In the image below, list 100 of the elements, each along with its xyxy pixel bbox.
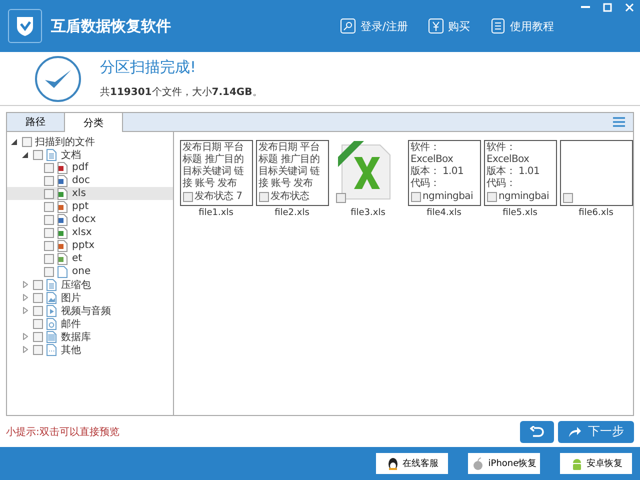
next-button[interactable]: 下一步: [558, 420, 634, 442]
tree-item[interactable]: pptx: [7, 239, 173, 252]
tree-item[interactable]: pdf: [7, 161, 173, 174]
tree-label: pptx: [72, 240, 95, 251]
preview-text: 软件：: [410, 142, 441, 154]
yen-icon: [428, 18, 444, 34]
checkbox[interactable]: [410, 192, 420, 202]
checkbox[interactable]: [562, 193, 572, 203]
collapsed-icon[interactable]: [22, 333, 28, 340]
checkbox[interactable]: [44, 240, 54, 250]
status-title: 分区扫描完成!: [100, 58, 198, 77]
file-thumbnail[interactable]: 软件： ExcelBox 版本： 1.01 代码： ngmingbai: [408, 140, 480, 206]
preview-text: 发布状态 7: [194, 191, 242, 203]
tree-item[interactable]: 文档: [7, 148, 173, 161]
collapsed-icon[interactable]: [22, 346, 28, 353]
preview-text: 目标关键词 链: [182, 166, 245, 178]
mail-icon: [46, 318, 57, 330]
preview-text: ngmingbai: [498, 191, 549, 203]
file-thumbnail[interactable]: 软件： ExcelBox 版本： 1.01 代码： ngmingbai: [484, 140, 556, 206]
file-icon: [57, 240, 68, 252]
file-thumbnail[interactable]: 发布日期 平台 标题 推广目的 目标关键词 链 接 账号 发布 发布状态 7: [180, 140, 252, 206]
preview-text: ngmingbai: [422, 191, 473, 203]
tree-item[interactable]: xlsx: [7, 226, 173, 239]
header-link[interactable]: 使用教程: [490, 18, 554, 34]
video-icon: [46, 304, 57, 316]
checkbox[interactable]: [22, 136, 32, 146]
tree-label: 图片: [61, 292, 81, 304]
tree-item[interactable]: docx: [7, 213, 173, 226]
tree-item[interactable]: 扫描到的文件: [7, 135, 173, 148]
checkbox[interactable]: [44, 228, 54, 238]
preview-text: 标题 推广目的: [258, 154, 321, 166]
checkmark-icon: [34, 54, 82, 102]
file-thumbnail[interactable]: 发布日期 平台 标题 推广目的 目标关键词 链 接 账号 发布 发布状态: [256, 140, 328, 206]
file-name: file2.xls: [274, 208, 310, 218]
checkbox[interactable]: [33, 150, 43, 160]
file-icon: [57, 188, 68, 200]
tree-label: 数据库: [61, 330, 91, 344]
file-name: file1.xls: [198, 208, 234, 218]
checkbox[interactable]: [33, 318, 43, 328]
preview-text: 发布状态: [270, 191, 310, 203]
more-icon: [46, 344, 57, 356]
expanded-icon[interactable]: [11, 138, 17, 144]
checkbox[interactable]: [44, 176, 54, 186]
checkbox[interactable]: [182, 192, 192, 202]
tree-item[interactable]: 图片: [7, 291, 173, 304]
header-link[interactable]: 登录/注册: [340, 18, 408, 34]
tree-label: et: [72, 253, 82, 264]
tree-item[interactable]: 数据库: [7, 330, 173, 343]
checkbox[interactable]: [33, 306, 43, 316]
tree-label: docx: [72, 214, 96, 225]
collapsed-icon[interactable]: [22, 307, 28, 314]
checkbox[interactable]: [33, 344, 43, 354]
menu-icon[interactable]: [613, 117, 625, 127]
collapsed-icon[interactable]: [22, 281, 28, 288]
tree-label: 其他: [61, 344, 81, 356]
file-icon: [57, 214, 68, 226]
tree-label: 邮件: [61, 318, 81, 330]
tree-item[interactable]: 压缩包: [7, 278, 173, 291]
checkbox[interactable]: [33, 280, 43, 290]
tree-label: xls: [72, 188, 86, 199]
window-title: 互盾数据恢复软件: [51, 16, 172, 36]
checkbox[interactable]: [486, 192, 496, 202]
footer-button[interactable]: iPhone恢复: [468, 453, 540, 474]
checkbox[interactable]: [258, 192, 268, 202]
status-summary: 共119301个文件，大小7.14GB。: [100, 86, 262, 99]
tree-item[interactable]: ppt: [7, 200, 173, 213]
tree-label: 文档: [61, 148, 81, 162]
file-name: file3.xls: [350, 208, 386, 218]
checkbox[interactable]: [44, 202, 54, 212]
checkbox[interactable]: [44, 188, 54, 198]
checkbox[interactable]: [44, 254, 54, 264]
checkbox[interactable]: [44, 162, 54, 172]
footer-button[interactable]: 在线客服: [376, 453, 448, 474]
file-icon: [57, 162, 68, 174]
tree-item[interactable]: xls: [7, 187, 173, 200]
tree-item[interactable]: 其他: [7, 343, 173, 356]
undo-icon: [530, 426, 544, 438]
tree-label: one: [72, 266, 91, 277]
header-link[interactable]: 购买: [428, 18, 470, 34]
tree-item[interactable]: et: [7, 252, 173, 265]
tab[interactable]: 分类: [65, 113, 123, 132]
tree-item[interactable]: 邮件: [7, 317, 173, 330]
tree-item[interactable]: one: [7, 265, 173, 278]
tree-item[interactable]: 视频与音频: [7, 304, 173, 317]
preview-text: 接 账号 发布: [182, 178, 238, 190]
checkbox[interactable]: [44, 214, 54, 224]
file-name: file6.xls: [578, 208, 614, 218]
checkbox[interactable]: [44, 266, 54, 276]
tree-label: doc: [72, 175, 90, 186]
back-button[interactable]: [520, 420, 554, 442]
file-thumbnail[interactable]: [560, 140, 632, 206]
preview-text: 标题 推广目的: [182, 154, 245, 166]
checkbox[interactable]: [33, 332, 43, 342]
tree-item[interactable]: doc: [7, 174, 173, 187]
checkbox[interactable]: [33, 292, 43, 302]
checkbox[interactable]: [336, 193, 346, 203]
archive-icon: [46, 278, 57, 290]
collapsed-icon[interactable]: [22, 294, 28, 301]
footer-button[interactable]: 安卓恢复: [560, 453, 632, 474]
expanded-icon[interactable]: [22, 152, 28, 158]
